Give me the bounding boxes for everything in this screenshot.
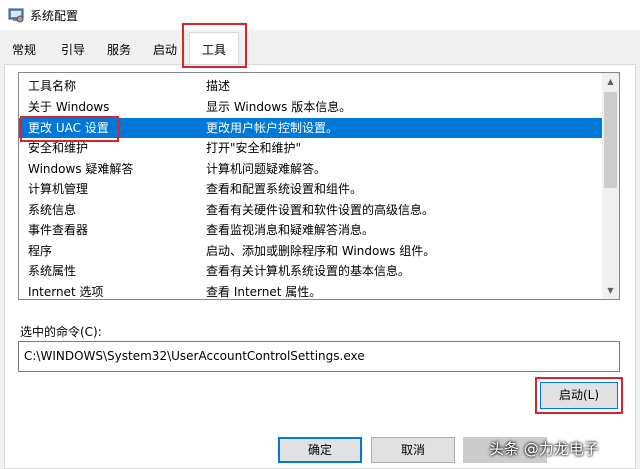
tab-general[interactable]: 常规: [6, 38, 42, 60]
scroll-thumb[interactable]: [604, 92, 617, 188]
item-description: 计算机问题疑难解答。: [206, 161, 327, 176]
item-name: 程序: [28, 243, 53, 258]
item-name: 系统信息: [28, 202, 77, 217]
item-description: 查看有关硬件设置和软件设置的高级信息。: [206, 202, 435, 217]
list-item[interactable]: 事件查看器 查看监视消息和疑难解答消息。: [19, 220, 603, 241]
item-name: 事件查看器: [28, 223, 89, 237]
ok-button[interactable]: 确定: [278, 437, 362, 463]
list-item[interactable]: 系统信息 查看有关硬件设置和软件设置的高级信息。: [19, 200, 603, 221]
list-scrollbar[interactable]: ▲ ▼: [602, 73, 619, 299]
item-description: 查看有关计算机系统设置的基本信息。: [206, 264, 411, 278]
item-description: 显示 Windows 版本信息。: [206, 100, 352, 114]
list-rows: 关于 Windows 显示 Windows 版本信息。 更改 UAC 设置 更改…: [19, 97, 603, 300]
tab-boot[interactable]: 引导: [55, 38, 91, 60]
watermark: 头条 @力龙电子: [489, 440, 599, 458]
list-item[interactable]: Internet 选项 查看 Internet 属性。: [19, 282, 603, 300]
list-item[interactable]: 关于 Windows 显示 Windows 版本信息。: [19, 97, 603, 118]
item-name: Internet 选项: [28, 284, 104, 299]
title-bar: 系统配置: [0, 0, 640, 30]
tab-strip: 常规 引导 服务 启动 工具: [0, 30, 640, 66]
scroll-down-arrow-icon[interactable]: ▼: [602, 282, 619, 299]
tab-services[interactable]: 服务: [101, 38, 137, 60]
scroll-up-arrow-icon[interactable]: ▲: [602, 73, 619, 90]
list-item[interactable]: 安全和维护 打开"安全和维护": [19, 138, 603, 159]
selected-command-label: 选中的命令(C):: [20, 325, 102, 339]
item-description: 更改用户帐户控制设置。: [206, 120, 339, 135]
item-name: 安全和维护: [28, 141, 89, 155]
list-item[interactable]: 程序 启动、添加或删除程序和 Windows 组件。: [19, 241, 603, 262]
item-name: 更改 UAC 设置: [28, 120, 109, 135]
cancel-button[interactable]: 取消: [371, 437, 455, 463]
item-description: 查看监视消息和疑难解答消息。: [206, 223, 375, 237]
list-item-selected[interactable]: 更改 UAC 设置 更改用户帐户控制设置。: [19, 117, 603, 138]
item-name: 计算机管理: [28, 182, 89, 196]
system-config-icon: [8, 7, 24, 23]
launch-button[interactable]: 启动(L): [540, 382, 618, 409]
list-item[interactable]: 计算机管理 查看和配置系统设置和组件。: [19, 179, 603, 200]
column-header-description[interactable]: 描述: [206, 77, 230, 94]
tools-list[interactable]: 工具名称 描述 关于 Windows 显示 Windows 版本信息。 更改 U…: [18, 72, 620, 300]
list-item[interactable]: Windows 疑难解答 计算机问题疑难解答。: [19, 159, 603, 180]
window-title: 系统配置: [30, 9, 79, 23]
item-description: 查看 Internet 属性。: [206, 284, 322, 299]
tab-startup[interactable]: 启动: [147, 38, 183, 60]
item-description: 打开"安全和维护": [206, 141, 302, 155]
item-name: 关于 Windows: [28, 100, 110, 114]
selected-command-field[interactable]: C:\WINDOWS\System32\UserAccountControlSe…: [18, 341, 620, 372]
column-header-name[interactable]: 工具名称: [28, 77, 76, 94]
item-name: 系统属性: [28, 264, 77, 278]
tab-tools[interactable]: 工具: [189, 32, 239, 64]
list-header: 工具名称 描述: [19, 73, 603, 97]
item-description: 启动、添加或删除程序和 Windows 组件。: [206, 243, 436, 258]
list-item[interactable]: 系统属性 查看有关计算机系统设置的基本信息。: [19, 261, 603, 282]
item-name: Windows 疑难解答: [28, 161, 134, 176]
item-description: 查看和配置系统设置和组件。: [206, 182, 363, 196]
